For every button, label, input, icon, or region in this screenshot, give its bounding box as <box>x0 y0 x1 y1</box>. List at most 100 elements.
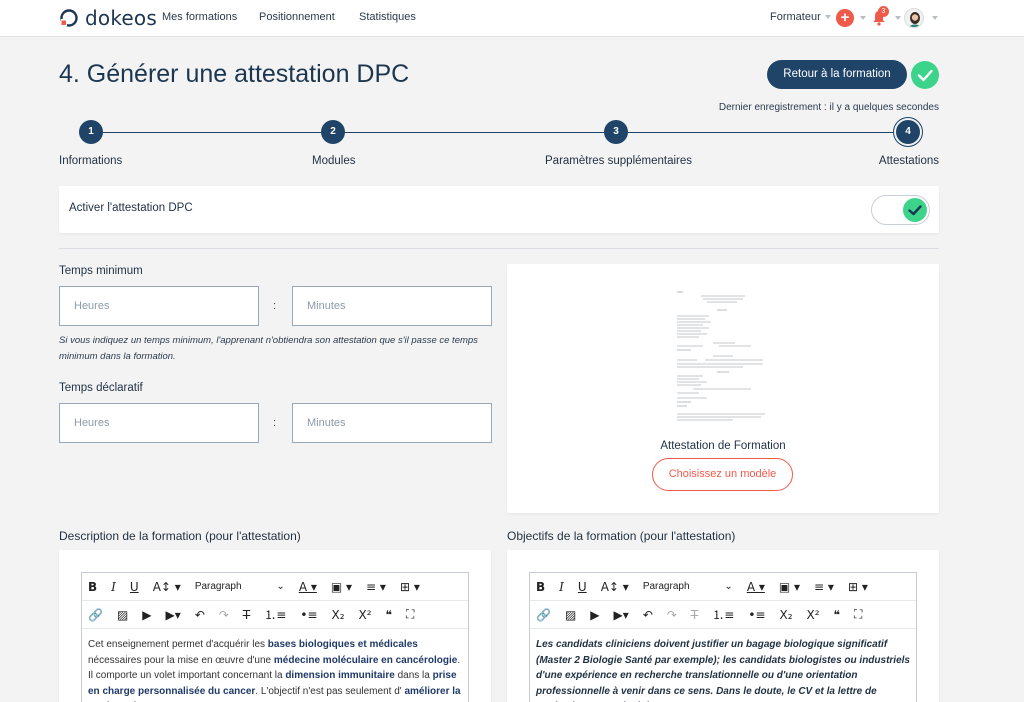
numbered-list-icon[interactable]: ⒈≡ <box>712 606 734 623</box>
min-time-title: Temps minimum <box>59 265 143 277</box>
video-icon[interactable]: ▶▾ <box>614 608 629 622</box>
editor-toolbar-row-1: B I U A↕ ▾ Paragraph ⌄ A ▾ ▣ ▾ ≡ ▾ ⊞ ▾ <box>82 573 468 601</box>
preview-title: Attestation de Formation <box>660 440 786 452</box>
font-size-icon[interactable]: A↕ ▾ <box>153 580 181 594</box>
font-size-icon[interactable]: A↕ ▾ <box>601 580 629 594</box>
image-icon[interactable]: ▨ <box>117 608 128 622</box>
last-save-status: Dernier enregistrement : il y a quelques… <box>718 102 939 113</box>
align-icon[interactable]: ≡ ▾ <box>814 580 834 594</box>
text-color-icon[interactable]: A ▾ <box>747 580 765 594</box>
add-button[interactable]: + <box>836 9 854 27</box>
objectives-editor-content[interactable]: Les candidats cliniciens doivent justifi… <box>530 629 916 702</box>
undo-icon[interactable]: ↶ <box>195 608 205 622</box>
paragraph-select-value: Paragraph <box>194 581 242 592</box>
step-2-label[interactable]: Modules <box>312 155 355 167</box>
step-4-label[interactable]: Attestations <box>879 155 939 167</box>
bold-icon[interactable]: B <box>88 580 97 594</box>
text-color-icon[interactable]: A ▾ <box>299 580 317 594</box>
blockquote-icon[interactable]: ❝ <box>386 608 392 622</box>
back-to-training-button[interactable]: Retour à la formation <box>767 60 907 89</box>
step-1-dot[interactable]: 1 <box>79 120 103 144</box>
min-hours-input[interactable]: Heures <box>59 286 259 326</box>
numbered-list-icon[interactable]: ⒈≡ <box>264 606 286 623</box>
subscript-icon[interactable]: X₂ <box>331 608 344 622</box>
declared-minutes-input[interactable]: Minutes <box>292 403 492 443</box>
clear-format-icon[interactable]: T̶ <box>243 608 250 622</box>
section-divider <box>59 248 939 249</box>
italic-icon[interactable]: I <box>111 580 116 594</box>
check-icon <box>917 69 933 82</box>
dpc-toggle-card: Activer l'attestation DPC <box>59 186 939 233</box>
brand-logo[interactable]: dokeos <box>59 6 157 30</box>
brand-name: dokeos <box>85 6 157 30</box>
table-icon[interactable]: ⊞ ▾ <box>848 580 868 594</box>
editor-toolbar-row-2: 🔗 ▨ ▶ ▶▾ ↶ ↷ T̶ ⒈≡ •≡ X₂ X² ❝ ⛶ <box>82 601 468 629</box>
avatar[interactable] <box>904 8 924 28</box>
media-icon[interactable]: ▶ <box>590 608 599 622</box>
underline-icon[interactable]: U <box>130 580 139 594</box>
description-editor-card: B I U A↕ ▾ Paragraph ⌄ A ▾ ▣ ▾ ≡ ▾ ⊞ ▾ 🔗 … <box>59 550 491 702</box>
step-4-dot[interactable]: 4 <box>896 120 920 144</box>
choose-template-button[interactable]: Choisissez un modèle <box>652 458 793 491</box>
nav-mes-formations[interactable]: Mes formations <box>162 11 237 23</box>
toggle-knob <box>903 198 927 222</box>
plus-icon: + <box>840 9 850 26</box>
certificate-preview-card: Attestation de Formation Choisissez un m… <box>507 264 939 513</box>
video-icon[interactable]: ▶▾ <box>166 608 181 622</box>
bold-icon[interactable]: B <box>536 580 545 594</box>
text-segment: nécessaires pour la mise en œuvre d'une <box>88 654 274 666</box>
redo-icon[interactable]: ↷ <box>667 608 677 622</box>
user-avatar-icon <box>905 9 923 27</box>
fullscreen-icon[interactable]: ⛶ <box>854 607 862 622</box>
media-icon[interactable]: ▶ <box>142 608 151 622</box>
bullet-list-icon[interactable]: •≡ <box>748 608 765 622</box>
nav-positionnement[interactable]: Positionnement <box>259 11 335 23</box>
nav-statistiques[interactable]: Statistiques <box>359 11 416 23</box>
time-separator: : <box>273 417 277 429</box>
step-3-label[interactable]: Paramètres supplémentaires <box>545 155 692 167</box>
superscript-icon[interactable]: X² <box>359 608 372 622</box>
redo-icon[interactable]: ↷ <box>219 608 229 622</box>
step-3-dot[interactable]: 3 <box>604 120 628 144</box>
align-icon[interactable]: ≡ ▾ <box>366 580 386 594</box>
chevron-down-icon[interactable] <box>895 16 901 20</box>
description-editor-content[interactable]: Cet enseignement permet d'acquérir les b… <box>82 629 468 702</box>
description-editor[interactable]: B I U A↕ ▾ Paragraph ⌄ A ▾ ▣ ▾ ≡ ▾ ⊞ ▾ 🔗 … <box>81 572 469 702</box>
chevron-down-icon: ⌄ <box>724 581 733 592</box>
role-dropdown[interactable]: Formateur <box>770 11 831 23</box>
certificate-thumbnail[interactable] <box>673 288 769 424</box>
paragraph-select[interactable]: Paragraph ⌄ <box>643 581 733 592</box>
link-icon[interactable]: 🔗 <box>536 608 551 622</box>
step-1-label[interactable]: Informations <box>59 155 122 167</box>
chevron-down-icon[interactable] <box>860 16 866 20</box>
top-navbar: dokeos Mes formations Positionnement Sta… <box>0 0 1024 37</box>
stepper-track <box>91 132 908 133</box>
table-icon[interactable]: ⊞ ▾ <box>400 580 420 594</box>
fullscreen-icon[interactable]: ⛶ <box>406 607 414 622</box>
chevron-down-icon[interactable] <box>932 16 938 20</box>
highlight-color-icon[interactable]: ▣ ▾ <box>331 580 352 594</box>
objectives-editor[interactable]: B I U A↕ ▾ Paragraph ⌄ A ▾ ▣ ▾ ≡ ▾ ⊞ ▾ 🔗 … <box>529 572 917 702</box>
text-segment-bold: médecine moléculaire en cancérologie <box>273 654 458 666</box>
underline-icon[interactable]: U <box>578 580 587 594</box>
min-minutes-input[interactable]: Minutes <box>292 286 492 326</box>
role-label: Formateur <box>770 11 821 23</box>
clear-format-icon[interactable]: T̶ <box>691 608 698 622</box>
subscript-icon[interactable]: X₂ <box>779 608 792 622</box>
paragraph-select[interactable]: Paragraph ⌄ <box>195 581 285 592</box>
bullet-list-icon[interactable]: •≡ <box>300 608 317 622</box>
blockquote-icon[interactable]: ❝ <box>834 608 840 622</box>
declared-time-title: Temps déclaratif <box>59 382 143 394</box>
link-icon[interactable]: 🔗 <box>88 608 103 622</box>
highlight-color-icon[interactable]: ▣ ▾ <box>779 580 800 594</box>
chevron-down-icon <box>824 15 831 20</box>
superscript-icon[interactable]: X² <box>807 608 820 622</box>
dpc-toggle-switch[interactable] <box>871 195 930 225</box>
text-segment: . L'objectif n'est pas seulement d' <box>255 685 405 697</box>
italic-icon[interactable]: I <box>559 580 564 594</box>
declared-hours-input[interactable]: Heures <box>59 403 259 443</box>
step-2-dot[interactable]: 2 <box>321 120 345 144</box>
image-icon[interactable]: ▨ <box>565 608 576 622</box>
undo-icon[interactable]: ↶ <box>643 608 653 622</box>
description-editor-title: Description de la formation (pour l'atte… <box>59 529 301 543</box>
